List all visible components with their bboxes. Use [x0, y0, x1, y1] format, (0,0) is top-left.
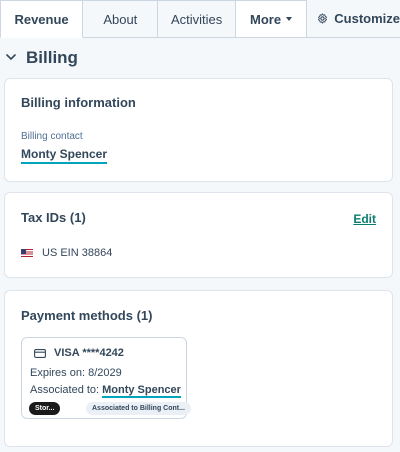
caret-down-icon [286, 17, 293, 21]
tax-ids-edit-link[interactable]: Edit [353, 212, 376, 226]
tax-id-value: US EIN 38864 [42, 247, 113, 259]
credit-card-icon [34, 348, 46, 358]
payment-methods-card: Payment methods (1) VISA ****4242 Expire… [4, 290, 393, 447]
association-tag: Associated to Billing Cont... [86, 402, 191, 415]
stored-tag: Stor... [29, 402, 61, 415]
tab-more-label: More [250, 11, 282, 27]
record-tabs: Revenue About Activities More Customize [0, 0, 400, 38]
tab-about-label: About [103, 11, 138, 27]
payment-methods-title: Payment methods (1) [21, 308, 153, 323]
us-flag-icon [21, 249, 33, 257]
tax-id-row: US EIN 38864 [21, 247, 112, 259]
billing-information-title: Billing information [21, 95, 136, 110]
tax-ids-title: Tax IDs (1) [21, 210, 86, 225]
chevron-down-icon [6, 54, 16, 61]
card-association-link[interactable]: Monty Spencer [102, 384, 181, 398]
card-expiry: Expires on: 8/2029 [30, 367, 122, 379]
billing-information-card: Billing information Billing contact Mont… [4, 78, 393, 182]
customize-button[interactable]: Customize [307, 0, 400, 38]
card-association-label: Associated to: [30, 384, 100, 396]
tab-more-dropdown[interactable]: More [235, 0, 308, 38]
tab-activities[interactable]: Activities [158, 0, 236, 38]
card-brand-number: VISA ****4242 [54, 347, 124, 359]
gear-icon [318, 13, 328, 24]
billing-section-header[interactable]: Billing [0, 42, 400, 74]
card-association: Associated to: Monty Spencer [30, 384, 181, 398]
card-brand-row: VISA ****4242 [34, 347, 124, 359]
billing-contact-link[interactable]: Monty Spencer [21, 148, 108, 164]
tab-revenue-label: Revenue [14, 11, 69, 27]
tab-activities-label: Activities [170, 11, 223, 27]
section-title: Billing [26, 48, 78, 67]
tax-ids-card: Tax IDs (1) Edit US EIN 38864 [4, 192, 393, 278]
customize-label: Customize [334, 11, 400, 26]
tab-about[interactable]: About [83, 0, 159, 38]
billing-contact-label: Billing contact [21, 131, 83, 142]
tab-revenue[interactable]: Revenue [0, 0, 84, 38]
payment-method-card[interactable]: VISA ****4242 Expires on: 8/2029 Associa… [21, 337, 191, 419]
